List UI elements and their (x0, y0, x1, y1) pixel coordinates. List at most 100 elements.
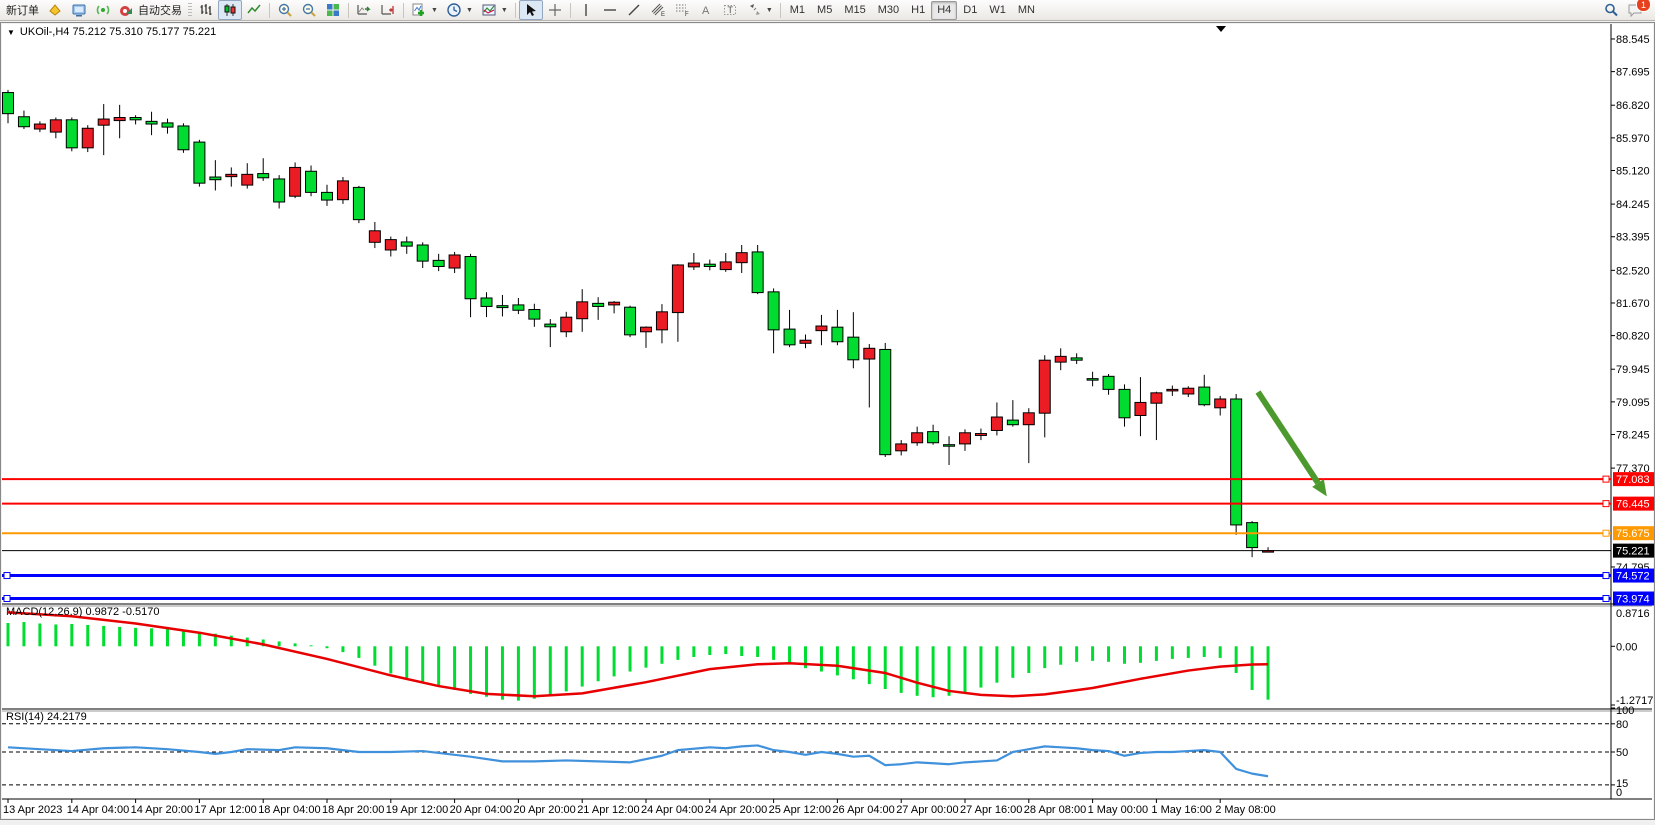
time-tick-label: 19 Apr 12:00 (386, 804, 448, 816)
candle-body (1087, 379, 1098, 381)
macd-signal-line (8, 612, 1268, 696)
candle-body (752, 252, 763, 293)
line-anchor-handle (4, 596, 10, 602)
candle-body (880, 349, 891, 454)
candle-body (290, 167, 301, 196)
chart-symbol-label: ▼ UKOil-,H4 75.212 75.310 75.177 75.221 (7, 26, 216, 38)
candle-body (912, 433, 923, 443)
candle-body (991, 417, 1002, 430)
line-anchor-handle (1603, 530, 1609, 536)
candle-body (258, 174, 269, 178)
candle-body (66, 120, 77, 148)
candle-body (672, 265, 683, 313)
time-tick-label: 14 Apr 20:00 (131, 804, 193, 816)
candle-body (864, 348, 875, 359)
price-tick-label: 79.945 (1616, 364, 1650, 376)
price-tick-label: 82.520 (1616, 265, 1650, 277)
candle-body (561, 317, 572, 332)
rsi-axis-label: 50 (1616, 747, 1628, 759)
candle-body (322, 192, 333, 200)
time-tick-label: 1 May 16:00 (1151, 804, 1212, 816)
candle-body (353, 187, 364, 219)
candle-body (114, 118, 125, 121)
price-tick-label: 86.820 (1616, 100, 1650, 112)
candle-body (1247, 523, 1258, 548)
candle-body (1103, 376, 1114, 389)
price-tick-label: 85.970 (1616, 133, 1650, 145)
candle-body (465, 257, 476, 299)
price-tick-label: 85.120 (1616, 165, 1650, 177)
candle-body (1151, 393, 1162, 403)
candle-body (1071, 358, 1082, 360)
candle-body (401, 242, 412, 246)
trend-arrow (1258, 392, 1318, 483)
candle-body (816, 326, 827, 331)
candle-body (178, 126, 189, 150)
candle-body (896, 444, 907, 451)
price-tag-label: 75.221 (1616, 546, 1650, 558)
candle-body (1135, 402, 1146, 415)
line-anchor-handle (4, 573, 10, 579)
time-tick-label: 26 Apr 04:00 (832, 804, 894, 816)
candle-body (736, 253, 747, 263)
time-tick-label: 1 May 00:00 (1088, 804, 1149, 816)
time-tick-label: 14 Apr 04:00 (67, 804, 129, 816)
candle-body (960, 433, 971, 444)
symbol-dropdown-icon[interactable]: ▼ (7, 28, 15, 37)
chart-shift-marker (1216, 26, 1226, 32)
candle-body (226, 174, 237, 176)
candle-body (1023, 413, 1034, 425)
price-tag-label: 73.974 (1616, 594, 1650, 606)
candle-body (146, 121, 157, 124)
candle-body (848, 337, 859, 360)
candle-body (625, 307, 636, 335)
candle-body (385, 240, 396, 250)
rsi-axis-label: 80 (1616, 719, 1628, 731)
candle-body (449, 255, 460, 268)
time-tick-label: 18 Apr 04:00 (258, 804, 320, 816)
candle-body (768, 292, 779, 330)
candle-body (18, 117, 29, 127)
candle-body (242, 174, 253, 185)
candle-body (1039, 360, 1050, 413)
candle-body (274, 179, 285, 202)
candle-body (975, 434, 986, 436)
rsi-axis-label: 0 (1616, 787, 1622, 799)
candle-body (162, 123, 173, 127)
time-tick-label: 21 Apr 12:00 (577, 804, 639, 816)
time-tick-label: 20 Apr 20:00 (513, 804, 575, 816)
candle-body (641, 327, 652, 332)
price-tick-label: 81.670 (1616, 298, 1650, 310)
line-anchor-handle (1603, 596, 1609, 602)
time-tick-label: 25 Apr 12:00 (769, 804, 831, 816)
candle-body (194, 142, 205, 183)
candlestick-chart-canvas[interactable]: 88.54587.69586.82085.97085.12084.24583.3… (0, 0, 1655, 825)
price-tag-label: 76.445 (1616, 499, 1650, 511)
candle-body (545, 324, 556, 327)
candle-body (784, 329, 795, 345)
price-tag-label: 77.083 (1616, 474, 1650, 486)
candle-body (944, 445, 955, 447)
candle-body (1215, 399, 1226, 408)
symbol-quote-text: UKOil-,H4 75.212 75.310 75.177 75.221 (20, 26, 216, 38)
macd-axis-label: 0.8716 (1616, 608, 1650, 620)
candle-body (1055, 356, 1066, 362)
candle-body (337, 181, 348, 200)
time-tick-label: 13 Apr 2023 (3, 804, 62, 816)
candle-body (832, 327, 843, 342)
candle-body (1231, 399, 1242, 525)
candle-body (800, 340, 811, 343)
candle-body (720, 262, 731, 270)
candle-body (928, 432, 939, 443)
candle-body (577, 302, 588, 319)
price-tick-label: 87.695 (1616, 67, 1650, 79)
candle-body (529, 310, 540, 320)
candle-body (688, 263, 699, 267)
candle-body (497, 306, 508, 308)
candle-body (609, 302, 620, 305)
candle-body (1119, 389, 1130, 417)
price-tick-label: 88.545 (1616, 34, 1650, 46)
candle-body (98, 119, 109, 125)
candle-body (306, 171, 317, 192)
candle-body (369, 231, 380, 243)
